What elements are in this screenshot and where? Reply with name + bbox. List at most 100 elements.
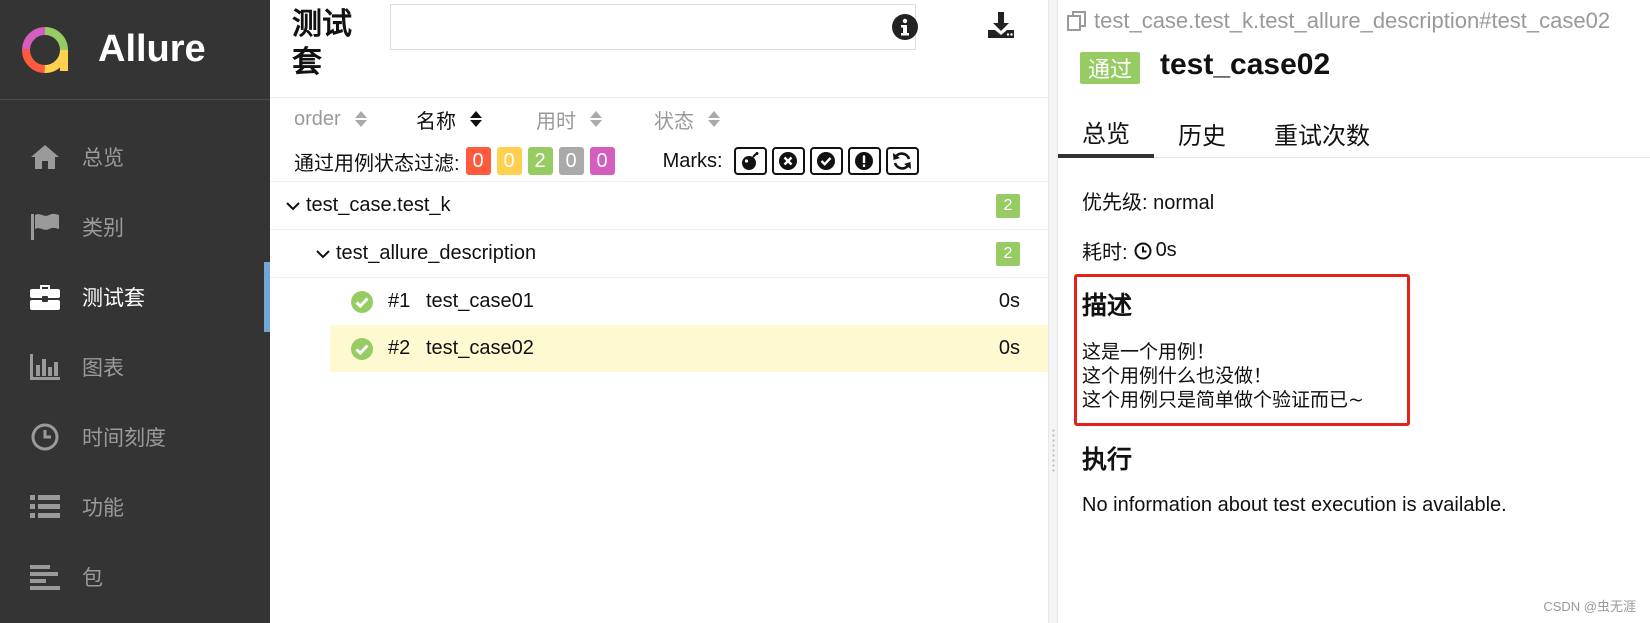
mark-new-broken-button[interactable]	[847, 147, 881, 175]
sidebar-item-label: 类别	[82, 217, 124, 240]
page-title: 测试套	[292, 8, 352, 79]
sort-icon	[590, 111, 602, 127]
tree-group-row[interactable]: test_case.test_k 2	[270, 182, 1048, 230]
tree-group-count: 2	[996, 193, 1020, 218]
tree-subgroup-name: test_allure_description	[336, 242, 537, 264]
sidebar-nav: 总览 类别 测试套 图表 时间刻度 功能 包	[0, 122, 270, 612]
tab-retries[interactable]: 重试次数	[1250, 108, 1394, 158]
check-circle-icon	[817, 152, 836, 170]
description-line: 这个用例只是简单做个验证而已~	[1082, 389, 1364, 411]
sort-row: order 名称 用时 状态	[294, 104, 1048, 134]
sort-label: 状态	[654, 110, 694, 133]
clock-icon	[1134, 242, 1152, 259]
times-circle-icon	[779, 152, 798, 170]
tree-group-name: test_case.test_k	[306, 194, 451, 216]
copy-icon[interactable]	[1066, 10, 1088, 32]
info-icon[interactable]	[890, 12, 920, 42]
bomb-icon	[742, 152, 759, 170]
briefcase-icon	[28, 282, 62, 312]
sort-order[interactable]: order	[294, 104, 416, 134]
exclamation-circle-icon	[855, 152, 874, 170]
sidebar-item-timeline[interactable]: 时间刻度	[0, 402, 270, 472]
sidebar-item-categories[interactable]: 类别	[0, 192, 270, 262]
execution-text: No information about test execution is a…	[1082, 494, 1507, 516]
description-text: 这是一个用例！ 这个用例什么也没做！ 这个用例只是简单做个验证而已~	[1082, 340, 1364, 412]
status-filter: 通过用例状态过滤: 0 0 2 0 0 Marks:	[294, 146, 919, 176]
sort-label: 名称	[416, 110, 456, 133]
sort-icon	[354, 111, 367, 127]
filter-broken-badge[interactable]: 0	[496, 147, 522, 175]
test-case-name: test_case01	[426, 290, 534, 312]
mark-flaky-button[interactable]	[733, 147, 767, 175]
sort-name[interactable]: 名称	[416, 104, 536, 134]
filter-failed-badge[interactable]: 0	[465, 147, 491, 175]
sidebar-item-behaviors[interactable]: 功能	[0, 472, 270, 542]
mark-new-failed-button[interactable]	[771, 147, 805, 175]
test-case-row[interactable]: #2 test_case02 0s	[330, 325, 1048, 372]
tab-history[interactable]: 历史	[1154, 108, 1250, 158]
sidebar-item-graphs[interactable]: 图表	[0, 332, 270, 402]
align-left-icon	[28, 562, 62, 592]
duration-label: 耗时:	[1082, 242, 1128, 264]
description-title: 描述	[1082, 292, 1133, 320]
test-detail-panel: test_case.test_k.test_allure_description…	[1058, 0, 1650, 623]
test-case-duration: 0s	[998, 337, 1020, 359]
search-input[interactable]	[390, 4, 916, 50]
brand[interactable]: Allure	[0, 0, 270, 100]
duration-line: 耗时: 0s	[1082, 236, 1177, 265]
marks-label: Marks:	[662, 149, 723, 172]
test-case-name: test_case02	[426, 337, 534, 359]
test-title: test_case02	[1160, 48, 1331, 81]
list-icon	[28, 492, 62, 522]
pane-splitter[interactable]	[1048, 0, 1058, 623]
sidebar-item-packages[interactable]: 包	[0, 542, 270, 612]
download-icon[interactable]	[986, 10, 1016, 40]
suites-header: 测试套	[270, 0, 1048, 98]
sidebar: Allure 总览 类别 测试套 图表 时间刻度 功能 包	[0, 0, 270, 623]
sort-label: order	[294, 107, 341, 130]
test-case-duration: 0s	[998, 290, 1020, 312]
execution-title: 执行	[1082, 446, 1133, 474]
mark-retries-button[interactable]	[885, 147, 919, 175]
tree-subgroup-row[interactable]: test_allure_description 2	[270, 230, 1048, 278]
sidebar-item-label: 图表	[82, 357, 124, 380]
filter-unknown-badge[interactable]: 0	[589, 147, 615, 175]
mark-new-passed-button[interactable]	[809, 147, 843, 175]
tab-overview[interactable]: 总览	[1058, 108, 1154, 158]
sort-duration[interactable]: 用时	[536, 104, 654, 134]
sidebar-item-label: 包	[82, 567, 103, 590]
sort-status[interactable]: 状态	[654, 104, 720, 134]
filter-passed-badge[interactable]: 2	[527, 147, 553, 175]
splitter-grip-icon	[1051, 428, 1056, 472]
check-circle-icon	[351, 290, 373, 313]
refresh-icon	[893, 152, 912, 170]
duration-value: 0s	[1155, 239, 1177, 261]
test-case-number: #1	[388, 290, 411, 312]
sidebar-item-label: 测试套	[82, 287, 145, 310]
suite-tree: test_case.test_k 2 test_allure_descripti…	[270, 181, 1048, 372]
test-path-text: test_case.test_k.test_allure_description…	[1094, 8, 1611, 33]
test-case-row[interactable]: #1 test_case01 0s	[330, 278, 1048, 325]
filter-skipped-badge[interactable]: 0	[558, 147, 584, 175]
watermark: CSDN @虫无涯	[1543, 599, 1636, 614]
filter-label: 通过用例状态过滤:	[294, 152, 460, 175]
sidebar-item-label: 功能	[82, 497, 124, 520]
description-line: 这个用例什么也没做！	[1082, 365, 1273, 387]
sort-icon	[708, 111, 720, 127]
test-case-number: #2	[388, 337, 411, 359]
bar-chart-icon	[28, 352, 62, 382]
suites-panel: 测试套 order 名称 用时 状态 通过用例状态过滤: 0 0 2 0 0 M…	[270, 0, 1048, 623]
allure-logo-icon	[22, 26, 68, 73]
home-icon	[28, 142, 62, 172]
sidebar-item-overview[interactable]: 总览	[0, 122, 270, 192]
sidebar-item-suites[interactable]: 测试套	[0, 262, 270, 332]
sidebar-item-label: 总览	[82, 147, 124, 170]
sort-label: 用时	[536, 110, 576, 133]
test-full-name: test_case.test_k.test_allure_description…	[1066, 8, 1610, 34]
check-circle-icon	[351, 337, 373, 360]
description-line: 这是一个用例！	[1082, 341, 1216, 363]
priority-line: 优先级: normal	[1082, 192, 1215, 214]
flag-icon	[28, 212, 62, 242]
tree-subgroup-count: 2	[996, 241, 1020, 266]
chevron-down-icon	[316, 249, 330, 258]
